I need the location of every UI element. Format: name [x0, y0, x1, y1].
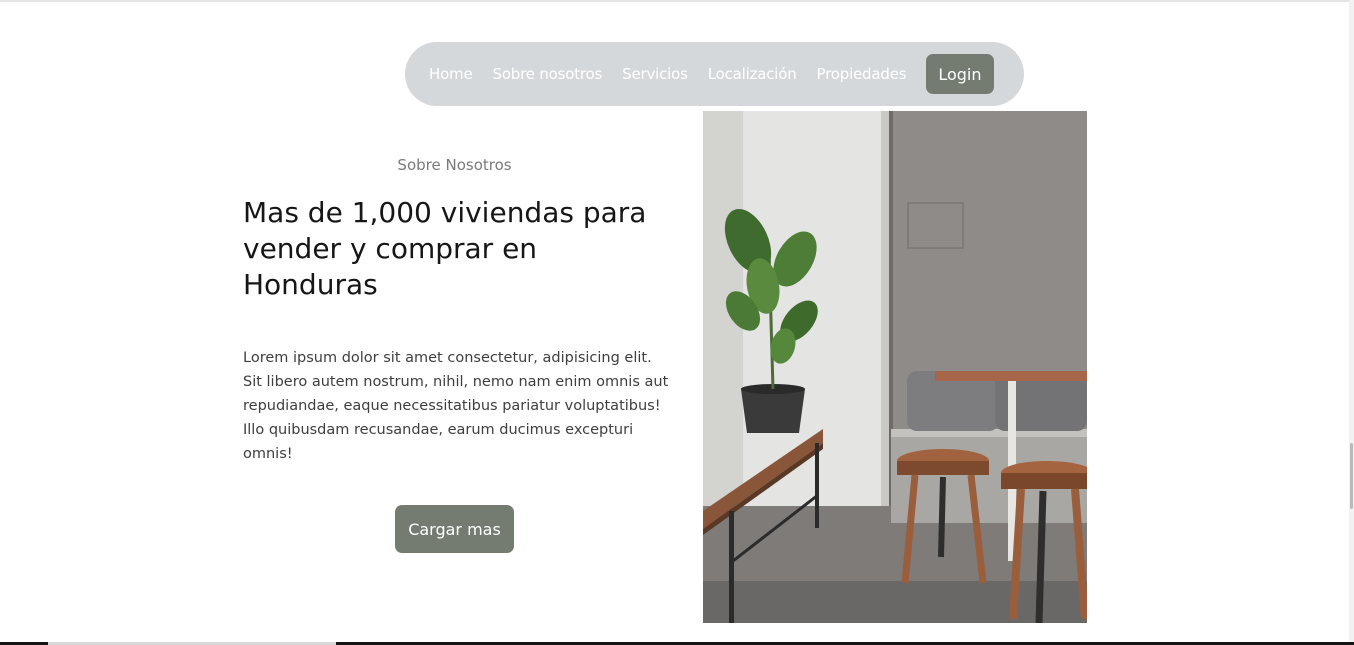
nav-link-services[interactable]: Servicios	[622, 65, 688, 83]
nav-link-properties[interactable]: Propiedades	[817, 65, 907, 83]
nav-link-location[interactable]: Localización	[708, 65, 797, 83]
interior-photo	[703, 111, 1087, 623]
login-button[interactable]: Login	[926, 54, 994, 94]
vertical-scrollbar-track[interactable]	[1349, 0, 1354, 645]
section-headline: Mas de 1,000 viviendas para vender y com…	[243, 196, 647, 301]
top-divider	[0, 0, 1354, 2]
nav-link-home[interactable]: Home	[429, 65, 473, 83]
page: Home Sobre nosotros Servicios Localizaci…	[0, 0, 1354, 645]
nav-link-about[interactable]: Sobre nosotros	[493, 65, 603, 83]
section-body-text: Lorem ipsum dolor sit amet consectetur, …	[243, 350, 669, 462]
vertical-scrollbar-thumb[interactable]	[1350, 443, 1353, 509]
load-more-button[interactable]: Cargar mas	[395, 505, 514, 553]
section-eyebrow: Sobre Nosotros	[397, 156, 512, 174]
main-navbar: Home Sobre nosotros Servicios Localizaci…	[405, 42, 1024, 106]
